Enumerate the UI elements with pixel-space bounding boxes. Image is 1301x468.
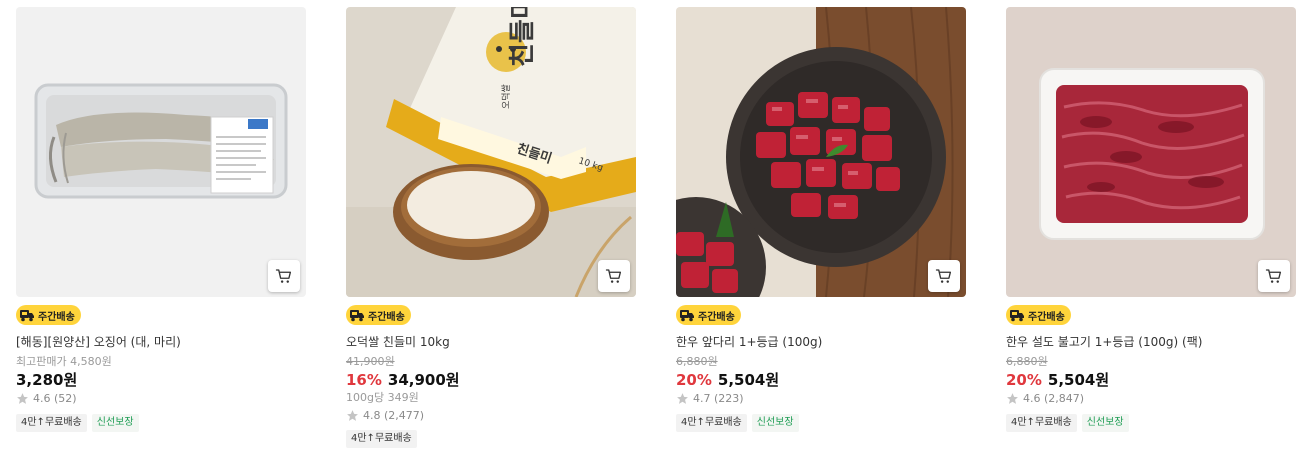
- weekly-delivery-badge: 주간배송: [16, 305, 81, 325]
- price: 16% 34,900원: [346, 369, 460, 390]
- free-shipping-tag: 4만↑무료배송: [1006, 414, 1077, 432]
- price: 20% 5,504원: [1006, 369, 1109, 390]
- weekly-delivery-badge: 주간배송: [676, 305, 741, 325]
- product-image[interactable]: [16, 7, 306, 297]
- package-brand: 오덕쌀: [501, 84, 512, 109]
- product-image[interactable]: [1006, 7, 1296, 297]
- discount-rate: 16%: [346, 371, 382, 389]
- rating-text: 4.8 (2,477): [363, 409, 425, 422]
- max-sale-price: 최고판매가 4,580원: [16, 355, 112, 368]
- sale-price: 34,900원: [387, 371, 460, 389]
- price: 3,280원: [16, 369, 77, 390]
- fresh-guarantee-tag: 신선보장: [1081, 414, 1129, 432]
- free-shipping-tag: 4만↑무료배송: [16, 414, 87, 432]
- delivery-truck-icon: [20, 310, 34, 322]
- cart-icon: [275, 269, 292, 283]
- tag-list: 4만↑무료배송 신선보장: [676, 414, 799, 432]
- rating-text: 4.6 (52): [33, 392, 77, 405]
- delivery-truck-icon: [350, 310, 364, 322]
- free-shipping-tag: 4만↑무료배송: [676, 414, 747, 432]
- add-to-cart-button[interactable]: [928, 260, 960, 292]
- product-card[interactable]: 주간배송 한우 설도 불고기 1+등급 (100g) (팩) 6,880원 20…: [1006, 7, 1296, 432]
- discount-rate: 20%: [1006, 371, 1042, 389]
- product-name[interactable]: 한우 앞다리 1+등급 (100g): [676, 333, 822, 350]
- cart-icon: [1265, 269, 1282, 283]
- star-icon: [17, 393, 28, 404]
- star-icon: [677, 393, 688, 404]
- weekly-delivery-badge: 주간배송: [1006, 305, 1071, 325]
- add-to-cart-button[interactable]: [1258, 260, 1290, 292]
- tag-list: 4만↑무료배송: [346, 430, 417, 448]
- rating-text: 4.6 (2,847): [1023, 392, 1085, 405]
- rating-text: 4.7 (223): [693, 392, 744, 405]
- discount-rate: 20%: [676, 371, 712, 389]
- product-name[interactable]: 한우 설도 불고기 1+등급 (100g) (팩): [1006, 333, 1202, 350]
- star-icon: [347, 410, 358, 421]
- weekly-delivery-badge: 주간배송: [346, 305, 411, 325]
- fresh-guarantee-tag: 신선보장: [751, 414, 799, 432]
- delivery-truck-icon: [1010, 310, 1024, 322]
- add-to-cart-button[interactable]: [598, 260, 630, 292]
- product-card[interactable]: 주간배송 한우 앞다리 1+등급 (100g) 6,880원 20% 5,504원…: [676, 7, 966, 432]
- tag-list: 4만↑무료배송 신선보장: [1006, 414, 1129, 432]
- rating: 4.8 (2,477): [346, 409, 424, 422]
- delivery-truck-icon: [680, 310, 694, 322]
- sale-price: 3,280원: [16, 371, 78, 389]
- cart-icon: [605, 269, 622, 283]
- package-title: 친들미: [508, 7, 538, 67]
- unit-price: 100g당 349원: [346, 391, 419, 404]
- tag-list: 4만↑무료배송 신선보장: [16, 414, 139, 432]
- badge-label: 주간배송: [1028, 311, 1065, 323]
- product-image[interactable]: 친들미 오덕쌀 친들미 10 kg: [346, 7, 636, 297]
- sale-price: 5,504원: [1047, 371, 1110, 389]
- badge-label: 주간배송: [38, 311, 75, 323]
- squid-tray-image: [16, 7, 306, 297]
- bulgogi-tray-image: [1006, 7, 1296, 297]
- product-card[interactable]: 친들미 오덕쌀 친들미 10 kg 주간배송 오덕쌀 친들미 10kg 41,9…: [346, 7, 636, 448]
- sale-price: 5,504원: [717, 371, 780, 389]
- badge-label: 주간배송: [698, 311, 735, 323]
- badge-label: 주간배송: [368, 311, 405, 323]
- rice-bag-image: 친들미 오덕쌀 친들미 10 kg: [346, 7, 636, 297]
- beef-cubes-image: [676, 7, 966, 297]
- product-name[interactable]: 오덕쌀 친들미 10kg: [346, 333, 450, 350]
- star-icon: [1007, 393, 1018, 404]
- product-card[interactable]: 주간배송 [해동][원양산] 오징어 (대, 마리) 최고판매가 4,580원 …: [16, 7, 306, 432]
- rating: 4.7 (223): [676, 392, 744, 405]
- free-shipping-tag: 4만↑무료배송: [346, 430, 417, 448]
- rating: 4.6 (52): [16, 392, 77, 405]
- product-image[interactable]: [676, 7, 966, 297]
- original-price: 6,880원: [1006, 355, 1048, 368]
- original-price: 41,900원: [346, 355, 395, 368]
- original-price: 6,880원: [676, 355, 718, 368]
- product-name[interactable]: [해동][원양산] 오징어 (대, 마리): [16, 333, 181, 350]
- cart-icon: [935, 269, 952, 283]
- fresh-guarantee-tag: 신선보장: [91, 414, 139, 432]
- rating: 4.6 (2,847): [1006, 392, 1084, 405]
- add-to-cart-button[interactable]: [268, 260, 300, 292]
- price: 20% 5,504원: [676, 369, 779, 390]
- product-grid: 주간배송 [해동][원양산] 오징어 (대, 마리) 최고판매가 4,580원 …: [0, 0, 1301, 468]
